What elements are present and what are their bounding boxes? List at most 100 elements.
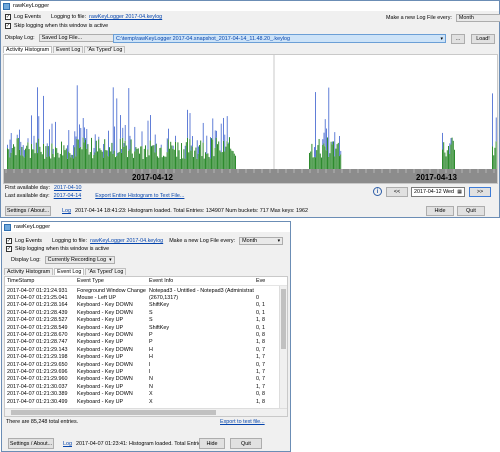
settings-button[interactable]: Settings / About... [8,438,54,449]
load-button[interactable]: Load! [471,34,495,44]
histogram-bar-green [231,150,233,169]
window-title: rawKeyLogger [13,3,50,9]
display-log-select[interactable]: Saved Log File... ▾ [38,34,119,42]
scroll-thumb[interactable] [11,410,216,415]
column-header-event[interactable]: Eve [254,278,266,284]
histogram-bar-green [454,149,455,169]
table-row[interactable]: 2017-04-07 01:21:24.931 Foreground Window… [5,287,279,294]
chevron-down-icon: ▾ [440,35,443,42]
tab-as-typed-log[interactable]: 'As Typed' Log [84,46,126,53]
histogram-bar-green [322,144,324,169]
tab-event-log[interactable]: Event Log [54,268,85,275]
log-link[interactable]: Log [63,441,72,447]
last-day-link[interactable]: 2017-04-14 [54,193,82,199]
table-row[interactable]: 2017-04-07 01:21:28.670 Keyboard - Key DO… [5,331,279,338]
table-cell: Keyboard - Key UP [77,383,124,390]
table-row[interactable]: 2017-04-07 01:21:28.439 Keyboard - Key DO… [5,309,279,316]
histogram-bar-blue [151,145,152,147]
table-row[interactable]: 2017-04-07 01:21:29.960 Keyboard - Key DO… [5,376,279,383]
histogram-bar-green [325,150,327,169]
table-cell: 0, 1 [256,309,265,316]
histogram-bar-green [227,143,229,169]
histogram-bar-green [65,148,67,169]
histogram-bar-green [68,151,70,169]
skip-checkbox[interactable]: ✓ [6,246,12,252]
histogram-bar-green [209,158,211,169]
next-day-button[interactable]: >> [469,187,491,197]
table-row[interactable]: 2017-04-07 01:21:28.549 Keyboard - Key UP… [5,324,279,331]
histogram-bar-blue [141,131,143,147]
histogram-bar-green [81,149,83,169]
horizontal-scrollbar[interactable] [5,408,287,416]
table-cell: Keyboard - Key UP [77,324,124,331]
period-select[interactable]: Month ▾ [239,237,284,245]
table-cell: S [149,317,153,324]
table-row[interactable]: 2017-04-07 01:21:29.198 Keyboard - Key UP… [5,354,279,361]
histogram-bar-green [153,145,155,169]
histogram-bar-green [179,158,181,169]
table-row[interactable]: 2017-04-07 01:21:28.527 Keyboard - Key UP… [5,317,279,324]
table-row[interactable]: 2017-04-07 01:21:29.143 Keyboard - Key DO… [5,346,279,353]
column-header-event-type[interactable]: Event Type [75,278,147,284]
table-row[interactable]: 2017-04-07 01:21:28.164 Keyboard - Key DO… [5,302,279,309]
log-file-link[interactable]: rawKeyLogger 2017-04.keylog [90,238,163,244]
histogram-bar-green [310,151,312,169]
period-select[interactable]: Month ▾ [455,14,500,22]
histogram-bar-blue [154,134,156,153]
prev-day-button[interactable]: << [386,187,408,197]
tab-as-typed-log[interactable]: 'As Typed' Log [85,268,127,275]
table-row[interactable]: 2017-04-07 01:21:30.037 Keyboard - Key UP… [5,383,279,390]
histogram-bar-green [116,156,118,169]
histogram-bar-green [182,158,184,169]
histogram-bar-green [318,138,320,169]
histogram-bar-blue [120,115,121,139]
date-picker[interactable]: 2017-04-12 Wed ▦ [411,187,465,197]
histogram-bar-green [199,145,200,169]
hide-button[interactable]: Hide [199,438,225,449]
vertical-scrollbar[interactable] [279,286,287,408]
export-text-link[interactable]: Export to text file... [220,419,265,425]
histogram-bar-green [145,145,146,169]
table-cell: 2017-04-07 01:21:30.037 [7,383,68,390]
export-text-label[interactable]: Export to text file... [220,419,265,425]
table-cell: 0, 7 [256,361,265,368]
table-body: 2017-04-07 01:21:24.931 Foreground Window… [5,287,279,405]
hide-button[interactable]: Hide [426,206,454,216]
column-header-timestamp[interactable]: TimeStamp [5,278,75,284]
table-row[interactable]: 2017-04-07 01:21:25.041 Mouse - Left UP (2… [5,294,279,301]
quit-button[interactable]: Quit [230,438,262,449]
quit-button[interactable]: Quit [457,206,485,216]
tab-activity-histogram[interactable]: Activity Histogram [3,46,53,53]
table-cell: Keyboard - Key UP [77,339,124,346]
table-row[interactable]: 2017-04-07 01:21:30.499 Keyboard - Key UP… [5,398,279,405]
table-row[interactable]: 2017-04-07 01:21:29.696 Keyboard - Key UP… [5,368,279,375]
histogram-bar-green [177,142,179,169]
settings-button[interactable]: Settings / About... [5,206,51,216]
table-row[interactable]: 2017-04-07 01:21:30.389 Keyboard - Key DO… [5,390,279,397]
path-field[interactable]: C:\temp\rawKeyLogger 2017-04.snapshot_20… [113,34,446,43]
skip-checkbox[interactable]: ✓ [5,23,11,29]
first-day-link[interactable]: 2017-04-10 [54,185,82,191]
histogram-bar-blue [332,141,333,145]
table-row[interactable]: 2017-04-07 01:21:29.650 Keyboard - Key DO… [5,361,279,368]
table-row[interactable]: 2017-04-07 01:21:28.747 Keyboard - Key UP… [5,339,279,346]
info-icon[interactable]: i [373,187,382,196]
histogram-bar-blue [450,138,452,145]
tab-activity-histogram[interactable]: Activity Histogram [4,268,54,275]
period-value: Month [458,15,474,21]
browse-button[interactable]: ... [451,34,465,44]
histogram-bar-green [16,138,18,169]
tab-event-log[interactable]: Event Log [53,46,84,53]
log-link[interactable]: Log [62,208,71,214]
table-cell: Keyboard - Key DOWN [77,391,133,398]
scroll-thumb[interactable] [281,289,286,349]
log-events-checkbox[interactable]: ✓ [6,238,12,244]
table-cell: 2017-04-07 01:21:30.499 [7,398,68,405]
display-log-select[interactable]: Currently Recording Log ▾ [44,256,115,264]
log-events-checkbox[interactable]: ✓ [5,14,11,20]
export-histogram-link[interactable]: Export Entire Histogram to Text File... [95,193,184,199]
column-header-event-info[interactable]: Event Info [147,278,254,284]
histogram-bar-green [194,150,196,169]
log-file-link[interactable]: rawKeyLogger 2017-04.keylog [89,14,162,20]
histogram-bar-blue [134,126,136,152]
